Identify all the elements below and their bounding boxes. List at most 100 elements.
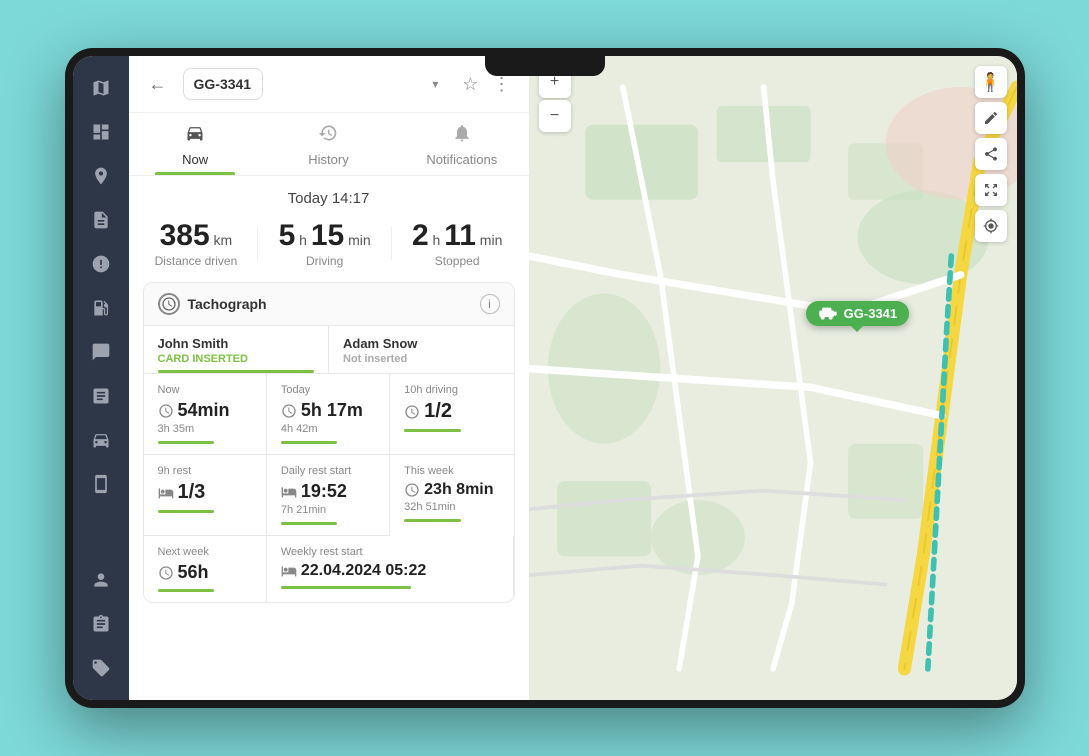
stat-stopped: 2 h 11 min Stopped <box>412 219 502 268</box>
tacho-cell-thisweek-sub: 32h 51min <box>404 501 499 513</box>
driver-2-name: Adam Snow <box>343 336 500 351</box>
drivers-row: John Smith CARD INSERTED Adam Snow Not i… <box>144 326 514 374</box>
driver-cell-1: John Smith CARD INSERTED <box>144 326 330 373</box>
vehicle-marker: GG-3341 <box>806 301 909 326</box>
stats-row: 385 km Distance driven 5 h 15 min Drivin… <box>129 215 529 282</box>
tacho-info-button[interactable]: i <box>480 294 500 314</box>
stat-separator-1 <box>257 227 258 260</box>
sidebar-icon-chat[interactable] <box>81 332 121 372</box>
sidebar-icon-fuel[interactable] <box>81 288 121 328</box>
history-tab-label: History <box>308 152 348 167</box>
tacho-cell-dailyrest: Daily rest start 19:52 7h 21min <box>267 455 390 536</box>
main-content: ← GG-3341 ☆ ⋮ <box>129 56 1017 700</box>
tab-now[interactable]: Now <box>129 113 262 175</box>
tacho-cell-thisweek-value: 23h 8min <box>404 481 499 499</box>
stat-driving: 5 h 15 min Driving <box>279 219 371 268</box>
sidebar-icon-document[interactable] <box>81 200 121 240</box>
tacho-gauge-icon <box>158 293 180 315</box>
map-area: + − 🧍 <box>529 56 1017 700</box>
stat-driving-value: 5 h 15 min <box>279 219 371 252</box>
stat-distance-value: 385 km <box>155 219 238 252</box>
panel: ← GG-3341 ☆ ⋮ <box>129 56 529 700</box>
driver-1-name: John Smith <box>158 336 315 351</box>
stats-header: Today 14:17 <box>129 176 529 215</box>
stat-stopped-value: 2 h 11 min <box>412 219 502 252</box>
favorite-button[interactable]: ☆ <box>458 70 482 99</box>
sidebar-icon-location[interactable] <box>81 156 121 196</box>
sidebar <box>73 56 129 700</box>
now-tab-icon <box>185 123 205 148</box>
tacho-cell-10h-underline <box>404 429 461 432</box>
tacho-cell-now-sub: 3h 35m <box>158 423 252 435</box>
sidebar-icon-report[interactable] <box>81 376 121 416</box>
tacho-cell-10h-value: 1/2 <box>404 400 499 423</box>
vehicle-select[interactable]: GG-3341 <box>183 68 263 100</box>
driver-1-underline <box>158 370 315 373</box>
stat-separator-2 <box>391 227 392 260</box>
back-button[interactable]: ← <box>143 72 173 97</box>
map-controls-right: 🧍 <box>975 66 1007 242</box>
tacho-cell-today-value: 5h 17m <box>281 400 375 421</box>
now-tab-label: Now <box>182 152 208 167</box>
vehicle-select-wrapper: GG-3341 <box>183 68 449 100</box>
tacho-header: Tachograph i <box>144 283 514 326</box>
fullscreen-button[interactable] <box>975 174 1007 206</box>
sidebar-icon-alert[interactable] <box>81 244 121 284</box>
ruler-button[interactable] <box>975 102 1007 134</box>
driver-1-status: CARD INSERTED <box>158 353 315 365</box>
tacho-cell-dailyrest-sub: 7h 21min <box>281 504 375 516</box>
history-tab-icon <box>318 123 338 148</box>
stat-driving-label: Driving <box>279 254 371 268</box>
tablet-screen: ← GG-3341 ☆ ⋮ <box>73 56 1017 700</box>
tacho-cell-thisweek-label: This week <box>404 465 499 477</box>
tacho-cell-nextweek: Next week 56h <box>144 536 267 602</box>
sidebar-icon-user[interactable] <box>81 560 121 600</box>
tacho-cell-9hrest: 9h rest 1/3 <box>144 455 267 536</box>
tacho-cell-10h-label: 10h driving <box>404 384 499 396</box>
tacho-cell-thisweek-underline <box>404 519 461 522</box>
tacho-cell-now-label: Now <box>158 384 252 396</box>
tab-notifications[interactable]: Notifications <box>395 113 528 175</box>
tacho-cell-9hrest-underline <box>158 510 215 513</box>
tacho-grid: Now 54min 3h 35m Today <box>144 374 514 602</box>
tabs: Now History Notifications <box>129 113 529 176</box>
tacho-cell-today: Today 5h 17m 4h 42m <box>267 374 390 455</box>
tacho-cell-thisweek: This week 23h 8min 32h 51min <box>390 455 513 536</box>
driver-cell-2: Adam Snow Not inserted <box>329 326 514 373</box>
tablet-frame: ← GG-3341 ☆ ⋮ <box>65 48 1025 708</box>
stat-distance: 385 km Distance driven <box>155 219 238 268</box>
tacho-cell-nextweek-value: 56h <box>158 562 252 583</box>
streetview-button[interactable]: 🧍 <box>975 66 1007 98</box>
tacho-cell-10h: 10h driving 1/2 <box>390 374 513 455</box>
sidebar-icon-map[interactable] <box>81 68 121 108</box>
tacho-cell-now: Now 54min 3h 35m <box>144 374 267 455</box>
stat-stopped-label: Stopped <box>412 254 502 268</box>
driver-2-status: Not inserted <box>343 353 500 365</box>
tacho-title: Tachograph <box>158 293 267 315</box>
notifications-tab-label: Notifications <box>426 152 497 167</box>
sidebar-icon-vehicle[interactable] <box>81 420 121 460</box>
tacho-cell-9hrest-label: 9h rest <box>158 465 252 477</box>
tacho-cell-weeklyrest-label: Weekly rest start <box>281 546 499 558</box>
sidebar-icon-clipboard[interactable] <box>81 604 121 644</box>
tacho-cell-dailyrest-underline <box>281 522 338 525</box>
share-button[interactable] <box>975 138 1007 170</box>
sidebar-icon-device[interactable] <box>81 464 121 504</box>
tacho-cell-9hrest-value: 1/3 <box>158 481 252 504</box>
tacho-cell-today-label: Today <box>281 384 375 396</box>
tablet-notch <box>485 56 605 76</box>
tacho-title-text: Tachograph <box>188 296 267 312</box>
sidebar-icon-tag[interactable] <box>81 648 121 688</box>
tacho-cell-today-underline <box>281 441 338 444</box>
tab-history[interactable]: History <box>262 113 395 175</box>
zoom-out-button[interactable]: − <box>539 100 571 132</box>
tacho-cell-dailyrest-label: Daily rest start <box>281 465 375 477</box>
locate-button[interactable] <box>975 210 1007 242</box>
tacho-cell-weeklyrest-underline <box>281 586 412 589</box>
tacho-cell-nextweek-underline <box>158 589 215 592</box>
stat-distance-label: Distance driven <box>155 254 238 268</box>
tacho-cell-weeklyrest-value: 22.04.2024 05:22 <box>281 562 499 580</box>
notifications-tab-icon <box>452 123 472 148</box>
tacho-cell-nextweek-label: Next week <box>158 546 252 558</box>
sidebar-icon-dashboard[interactable] <box>81 112 121 152</box>
